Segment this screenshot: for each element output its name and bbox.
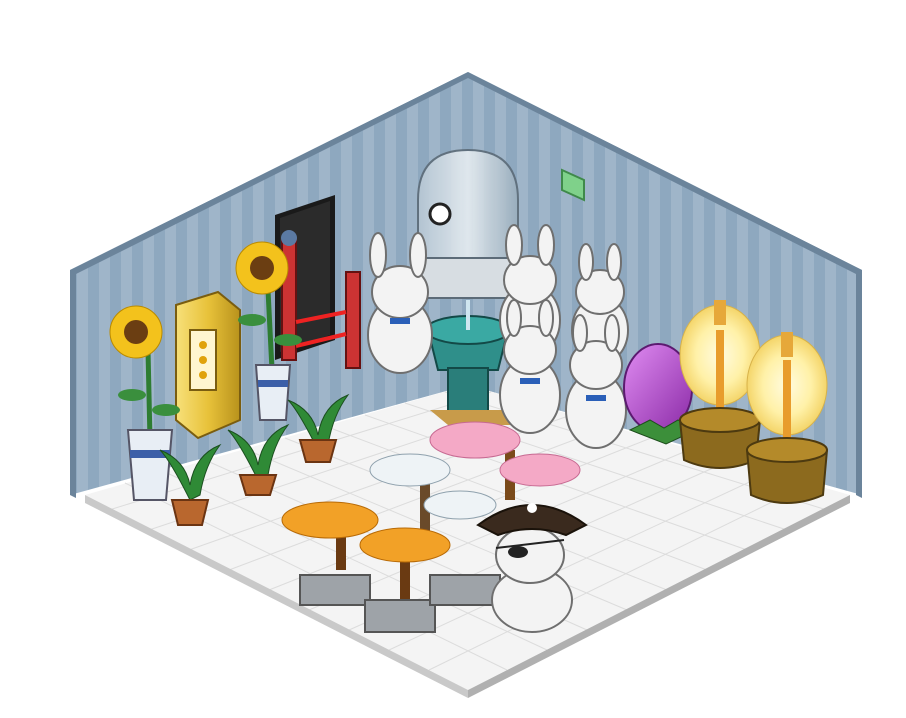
room-scene xyxy=(70,72,862,698)
paper-lantern-2[interactable] xyxy=(745,332,829,504)
gold-arcade[interactable] xyxy=(175,290,241,440)
